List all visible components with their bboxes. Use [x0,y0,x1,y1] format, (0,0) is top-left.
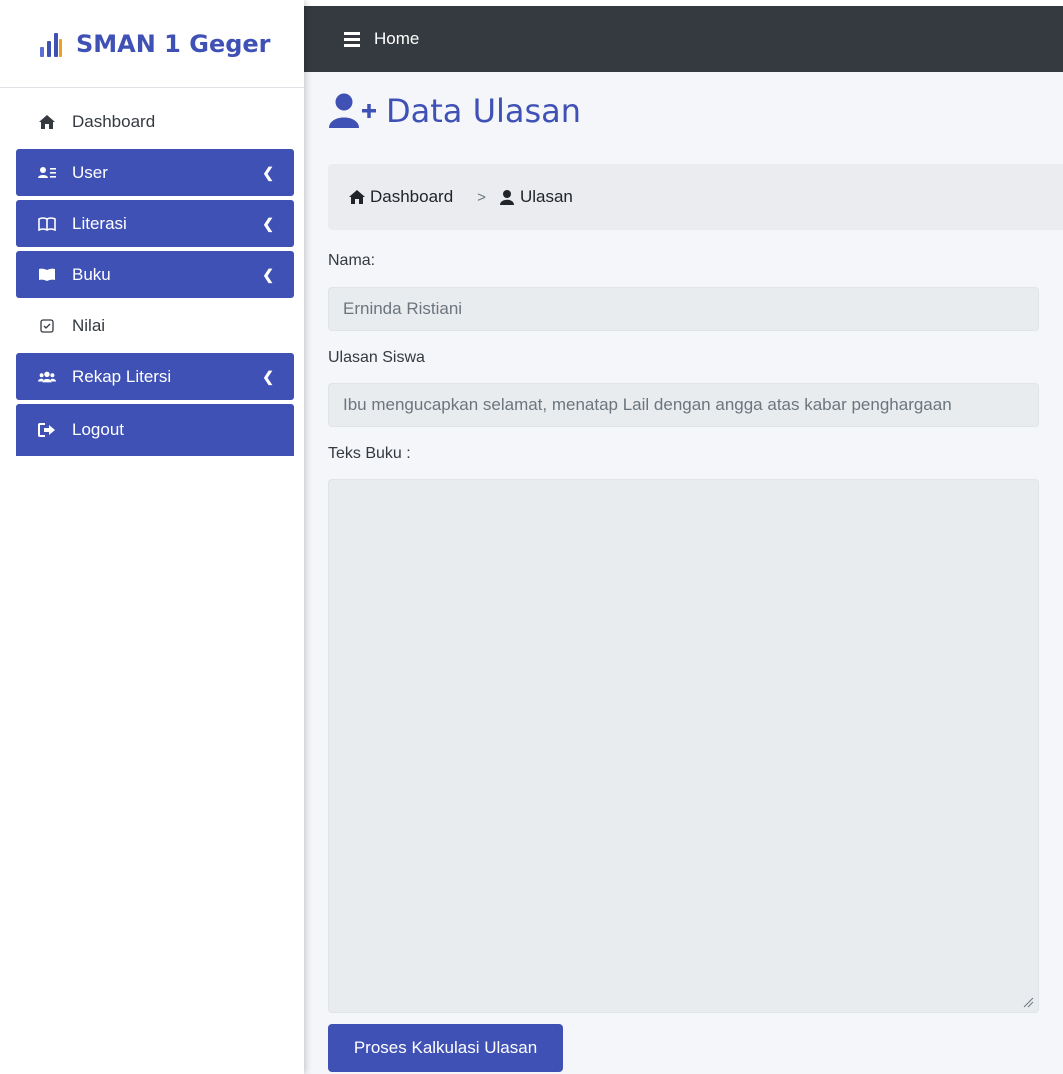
sign-out-icon [38,421,56,439]
checkbox-icon [38,317,56,335]
nama-label: Nama: [328,252,376,269]
ulasan-label: Ulasan Siswa [328,349,425,366]
breadcrumb-dashboard[interactable]: Dashboard [348,187,453,207]
sidebar-item-dashboard[interactable]: Dashboard [16,98,294,145]
sidebar-item-label: Dashboard [72,111,156,131]
page-title: Data Ulasan [328,92,581,130]
chevron-left-icon: ❮ [262,368,274,384]
home-icon [349,190,365,204]
sidebar-item-nilai[interactable]: Nilai [16,302,294,349]
teks-buku-label: Teks Buku : [328,445,411,462]
breadcrumb-separator: > [477,188,486,206]
chevron-left-icon: ❮ [262,164,274,180]
sidebar-item-label: Literasi [72,213,127,233]
signal-bars-icon [40,32,62,57]
sidebar-menu: Dashboard User ❮ Literasi ❮ Buku ❮ Nilai… [0,88,304,456]
resize-grip-icon[interactable] [1022,996,1034,1008]
sidebar-item-label: Nilai [72,315,106,335]
nama-field[interactable]: Erninda Ristiani [328,287,1039,331]
user-plus-icon [329,93,376,128]
ulasan-field[interactable]: Ibu mengucapkan selamat, menatap Lail de… [328,383,1039,427]
user-icon [499,190,514,205]
sidebar-item-label: User [72,162,108,182]
home-link[interactable]: Home [374,29,419,49]
breadcrumb: Dashboard > Ulasan [328,164,1063,230]
breadcrumb-label: Dashboard [370,187,454,206]
home-icon [38,113,56,131]
main-content: Data Ulasan Dashboard > Ulasan Nama: Ern… [304,72,1063,1074]
users-group-icon [38,368,56,386]
top-navbar: Home [304,6,1063,72]
open-book-icon [38,215,56,233]
sidebar-item-logout[interactable]: Logout [16,404,294,456]
sidebar-item-label: Logout [72,420,124,439]
brand[interactable]: SMAN 1 Geger [0,0,304,88]
sidebar: SMAN 1 Geger Dashboard User ❮ Literasi ❮ [0,0,304,1074]
chevron-left-icon: ❮ [262,215,274,231]
book-icon [38,266,56,284]
sidebar-item-label: Buku [72,264,111,284]
chevron-left-icon: ❮ [262,266,274,282]
brand-name: SMAN 1 Geger [76,29,271,58]
user-list-icon [38,164,56,182]
page-title-text: Data Ulasan [386,92,582,130]
proses-kalkulasi-button[interactable]: Proses Kalkulasi Ulasan [328,1024,563,1072]
teks-buku-textarea[interactable] [328,479,1039,1013]
breadcrumb-label: Ulasan [519,187,573,206]
sidebar-item-literasi[interactable]: Literasi ❮ [16,200,294,247]
sidebar-item-rekap-litersi[interactable]: Rekap Litersi ❮ [16,353,294,400]
sidebar-item-user[interactable]: User ❮ [16,149,294,196]
hamburger-icon[interactable] [344,29,360,50]
sidebar-item-buku[interactable]: Buku ❮ [16,251,294,298]
breadcrumb-ulasan: Ulasan [498,187,573,207]
sidebar-item-label: Rekap Litersi [72,366,172,386]
